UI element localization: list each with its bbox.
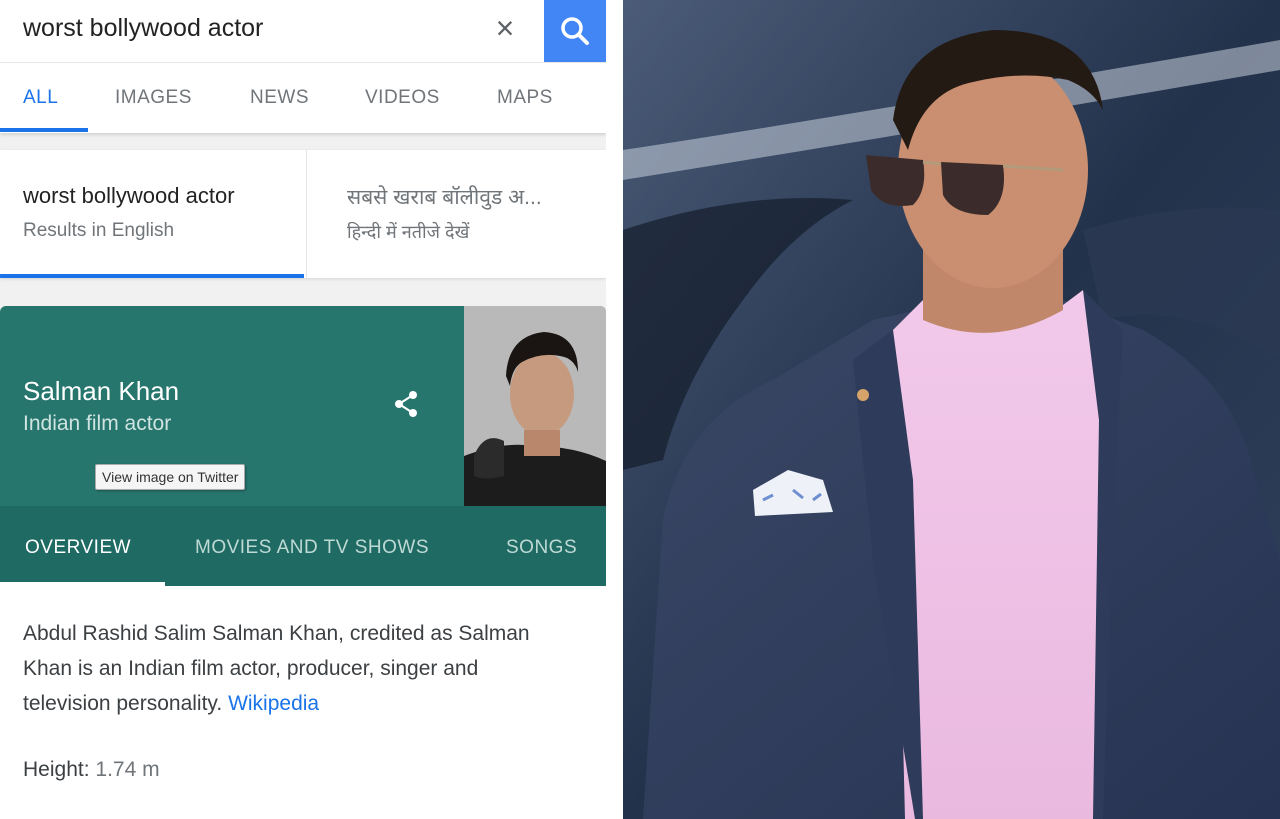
tab-songs[interactable]: SONGS xyxy=(506,537,577,559)
divider xyxy=(606,0,623,819)
search-button[interactable] xyxy=(544,0,606,62)
knowledge-panel: Salman Khan Indian film actor View image… xyxy=(0,306,606,586)
tab-overview[interactable]: OVERVIEW xyxy=(25,537,131,559)
share-icon[interactable] xyxy=(390,388,422,420)
selected-card-indicator xyxy=(0,274,304,278)
tab-news[interactable]: NEWS xyxy=(250,87,309,109)
wikipedia-link[interactable]: Wikipedia xyxy=(228,692,319,715)
entity-summary: Abdul Rashid Salim Salman Khan, credited… xyxy=(23,616,563,721)
english-results-label: Results in English xyxy=(23,220,175,241)
height-fact: Height: 1.74 m xyxy=(23,758,160,782)
tab-videos[interactable]: VIDEOS xyxy=(365,87,440,109)
english-results-card[interactable]: worst bollywood actor Results in English xyxy=(0,150,304,278)
image-tooltip: View image on Twitter xyxy=(95,464,246,490)
close-icon[interactable]: × xyxy=(490,12,520,44)
hindi-query-title: सबसे खराब बॉलीवुड अ... xyxy=(347,186,542,209)
tab-images[interactable]: IMAGES xyxy=(115,87,192,109)
language-cards: worst bollywood actor Results in English… xyxy=(0,150,606,278)
overview-content: Abdul Rashid Salim Salman Khan, credited… xyxy=(0,586,606,819)
entity-photo[interactable] xyxy=(464,306,606,506)
tab-maps[interactable]: MAPS xyxy=(497,87,553,109)
hindi-results-card[interactable]: सबसे खराब बॉलीवुड अ... हिन्दी में नतीजे … xyxy=(306,150,606,278)
height-value: 1.74 m xyxy=(95,758,160,781)
tab-all[interactable]: ALL xyxy=(23,87,58,109)
english-query-title: worst bollywood actor xyxy=(23,183,235,208)
entity-name: Salman Khan xyxy=(23,376,180,406)
search-icon xyxy=(561,17,589,45)
google-search-screenshot: worst bollywood actor × ALL IMAGES NEWS … xyxy=(0,0,606,819)
entity-description: Indian film actor xyxy=(23,412,172,435)
hindi-results-label: हिन्दी में नतीजे देखें xyxy=(347,222,470,242)
search-bar: worst bollywood actor × xyxy=(0,0,606,62)
active-tab-indicator xyxy=(0,128,88,132)
portrait-image xyxy=(464,306,606,506)
knowledge-panel-tabs: OVERVIEW MOVIES AND TV SHOWS SONGS xyxy=(0,506,606,586)
tab-movies-and-tv-shows[interactable]: MOVIES AND TV SHOWS xyxy=(195,537,429,559)
photo-illustration xyxy=(623,0,1280,819)
actor-photo xyxy=(623,0,1280,819)
height-label: Height: xyxy=(23,758,90,781)
search-tabs: ALL IMAGES NEWS VIDEOS MAPS xyxy=(0,62,606,133)
search-input[interactable]: worst bollywood actor xyxy=(23,14,263,43)
